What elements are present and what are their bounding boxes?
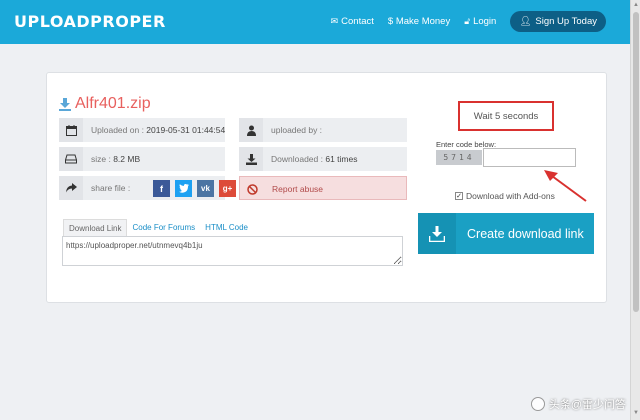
watermark: 头条@雷少问答 [530, 396, 626, 412]
download-tray-icon [239, 147, 263, 171]
google-plus-icon[interactable]: g+ [219, 180, 236, 197]
calendar-icon [59, 118, 83, 142]
addons-option: ✓ Download with Add-ons [455, 191, 555, 201]
signup-button[interactable]: 👤︎ Sign Up Today [510, 11, 606, 32]
addons-label: Download with Add-ons [466, 191, 555, 201]
report-abuse-label: Report abuse [272, 184, 324, 194]
twitter-icon[interactable] [175, 180, 192, 197]
create-download-link-button[interactable]: Create download link [418, 213, 594, 254]
addons-checkbox[interactable]: ✓ [455, 192, 463, 200]
tab-code-for-forums[interactable]: Code For Forums [127, 219, 200, 237]
tab-download-link[interactable]: Download Link [63, 219, 128, 237]
download-icon [59, 97, 71, 111]
lock-icon: 🔓︎ [464, 16, 471, 26]
downloaded-text: Downloaded : 61 times [271, 154, 358, 164]
downloaded-box: Downloaded : 61 times [239, 147, 407, 171]
page-scrollbar[interactable]: ▲ ▼ [630, 0, 640, 420]
link-tabs: Download Link Code For Forums HTML Code [63, 219, 253, 237]
captcha-image: 5714 [436, 150, 482, 165]
share-box: share file : f vk g+ [59, 176, 236, 200]
envelope-icon: ✉ [330, 16, 339, 26]
nav-make-money[interactable]: $ Make Money [388, 16, 450, 27]
size-box: size : 8.2 MB [59, 147, 225, 171]
watermark-logo-icon [530, 397, 545, 411]
ban-icon [240, 177, 264, 201]
nav-contact[interactable]: ✉ Contact [331, 16, 374, 27]
file-name: Alfr401.zip [75, 95, 151, 112]
create-download-link-label: Create download link [467, 226, 584, 241]
wait-countdown: Wait 5 seconds [458, 101, 554, 131]
scroll-up-icon[interactable]: ▲ [632, 2, 640, 10]
nav-login[interactable]: 🔓︎ Login [464, 16, 496, 27]
download-link-field[interactable]: https://uploadproper.net/utnmevq4b1ju [62, 236, 403, 266]
nav-contact-label: Contact [341, 16, 374, 27]
top-navbar: UPLOADPROPER ✉ Contact $ Make Money 🔓︎ L… [0, 0, 630, 44]
nav-make-money-label: $ Make Money [387, 16, 451, 27]
tab-html-code[interactable]: HTML Code [200, 219, 253, 237]
user-icon [239, 118, 263, 142]
vk-icon[interactable]: vk [197, 180, 214, 197]
facebook-icon[interactable]: f [153, 180, 170, 197]
uploaded-on-box: Uploaded on : 2019-05-31 01:44:54 [59, 118, 225, 142]
watermark-text: 头条@雷少问答 [548, 399, 626, 411]
scroll-down-icon[interactable]: ▼ [632, 410, 640, 418]
uploaded-by-text: uploaded by : [271, 125, 323, 135]
site-logo[interactable]: UPLOADPROPER [14, 12, 166, 31]
download-tray-icon [418, 213, 456, 254]
uploaded-by-box: uploaded by : [239, 118, 407, 142]
size-text: size : 8.2 MB [91, 154, 141, 164]
file-card: Alfr401.zip Uploaded on : 2019-05-31 01:… [46, 72, 607, 303]
share-icon [59, 176, 83, 200]
scroll-thumb[interactable] [633, 12, 639, 312]
hard-drive-icon [59, 147, 83, 171]
file-title: Alfr401.zip [59, 95, 151, 113]
report-abuse-button[interactable]: Report abuse [239, 176, 407, 200]
nav-login-label: Login [473, 16, 497, 27]
user-icon: 👤︎ [519, 16, 532, 27]
signup-label: Sign Up Today [535, 16, 597, 27]
captcha-input[interactable] [483, 148, 576, 167]
share-label: share file : [91, 183, 131, 193]
nav-menu: ✉ Contact $ Make Money 🔓︎ Login 👤︎ Sign … [331, 11, 606, 32]
uploaded-on-text: Uploaded on : 2019-05-31 01:44:54 [91, 125, 226, 135]
